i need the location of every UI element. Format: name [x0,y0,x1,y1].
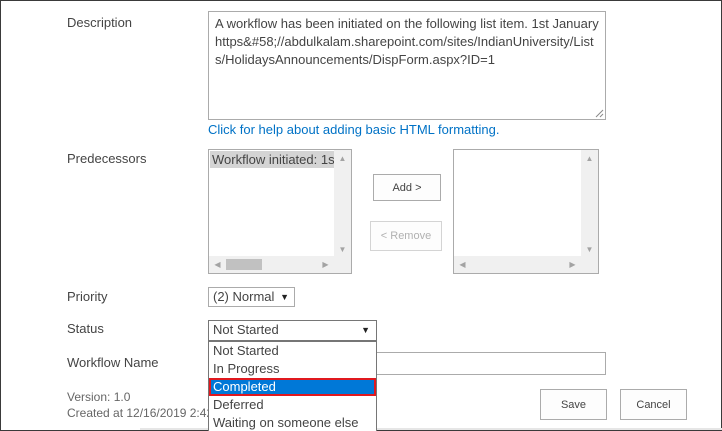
priority-label: Priority [67,289,108,304]
save-button[interactable]: Save [540,389,607,420]
status-option-deferred[interactable]: Deferred [209,396,376,414]
status-dropdown-list[interactable]: Not Started In Progress Completed Deferr… [208,341,377,431]
chevron-down-icon: ▼ [280,292,289,302]
workflow-name-input[interactable] [376,352,606,375]
status-value: Not Started [213,322,279,337]
scroll-right-icon[interactable]: ▶ [317,256,334,273]
scroll-left-icon[interactable]: ◀ [454,256,471,273]
priority-value: (2) Normal [213,289,275,304]
horizontal-scrollbar[interactable]: ◀ ▶ [209,256,334,273]
created-text: Created at 12/16/2019 2:42 [67,406,214,420]
status-select[interactable]: Not Started ▼ [208,320,377,341]
html-help-link[interactable]: Click for help about adding basic HTML f… [208,122,499,137]
scroll-left-icon[interactable]: ◀ [209,256,226,273]
description-textarea[interactable]: A workflow has been initiated on the fol… [208,11,606,120]
scroll-up-icon[interactable]: ▲ [334,150,351,167]
status-option-completed[interactable]: Completed [209,378,376,396]
priority-select[interactable]: (2) Normal ▼ [208,287,295,307]
predecessors-label: Predecessors [67,151,147,166]
scrollbar-corner [334,256,351,273]
resize-grip-icon[interactable] [594,108,604,118]
cancel-button[interactable]: Cancel [620,389,687,420]
selected-predecessors-listbox[interactable]: ▲ ▼ ◀ ▶ [453,149,599,274]
scroll-right-icon[interactable]: ▶ [564,256,581,273]
description-label: Description [67,15,133,30]
status-label: Status [67,321,104,336]
status-option-waiting[interactable]: Waiting on someone else [209,414,376,431]
workflow-name-label: Workflow Name [67,355,159,370]
horizontal-scrollbar[interactable]: ◀ ▶ [454,256,581,273]
vertical-scrollbar[interactable]: ▲ ▼ [581,150,598,258]
scrollbar-corner [581,256,598,273]
version-text: Version: 1.0 [67,390,131,404]
description-text: A workflow has been initiated on the fol… [215,16,599,67]
chevron-down-icon: ▼ [361,325,370,335]
vertical-scrollbar[interactable]: ▲ ▼ [334,150,351,258]
available-predecessors-listbox[interactable]: Workflow initiated: 1st January ▲ ▼ ◀ ▶ [208,149,352,274]
status-option-in-progress[interactable]: In Progress [209,360,376,378]
status-option-not-started[interactable]: Not Started [209,342,376,360]
horizontal-scroll-thumb[interactable] [226,259,262,270]
remove-predecessor-button[interactable]: < Remove [370,221,442,251]
list-item[interactable]: Workflow initiated: 1st January [210,151,335,168]
scroll-up-icon[interactable]: ▲ [581,150,598,167]
add-predecessor-button[interactable]: Add > [373,174,441,201]
